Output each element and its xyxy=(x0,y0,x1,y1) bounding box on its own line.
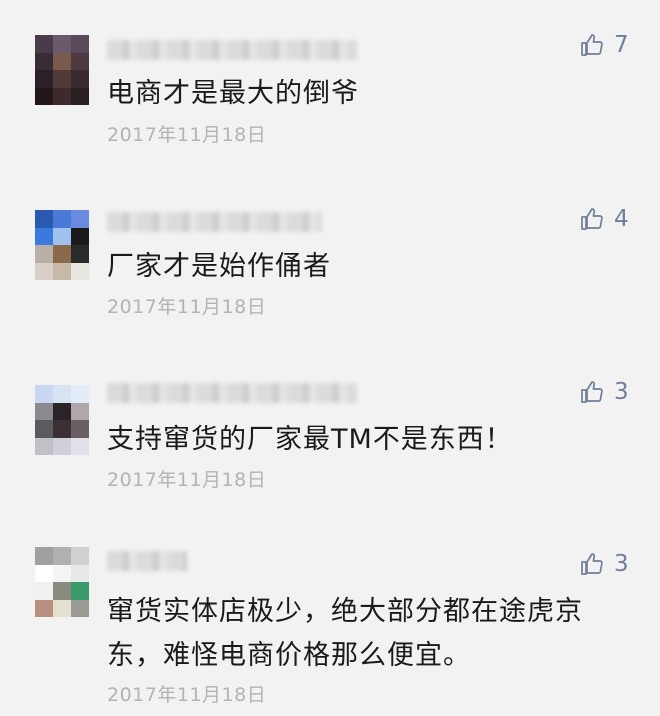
username-blurred[interactable] xyxy=(107,551,187,571)
like-count: 4 xyxy=(614,206,629,232)
avatar-pixel xyxy=(53,437,71,455)
avatar-pixel xyxy=(71,210,89,228)
avatar-pixel xyxy=(53,599,71,617)
avatar-pixel xyxy=(71,547,89,565)
comment-date: 2017年11月18日 xyxy=(107,124,267,146)
avatar-pixel xyxy=(35,210,53,228)
avatar-pixel xyxy=(53,35,71,53)
avatar-pixel xyxy=(71,420,89,438)
avatar-pixel xyxy=(71,87,89,105)
like-count: 7 xyxy=(614,32,629,58)
thumbs-up-icon xyxy=(581,208,603,230)
comment-text: 电商才是最大的倒爷 xyxy=(107,78,359,109)
avatar[interactable] xyxy=(35,385,89,455)
avatar-pixel xyxy=(53,52,71,70)
avatar-pixel xyxy=(53,87,71,105)
avatar-pixel xyxy=(71,385,89,403)
avatar-pixel xyxy=(35,582,53,600)
comment-text: 窜货实体店极少，绝大部分都在途虎京东，难怪电商价格那么便宜。 xyxy=(107,596,583,671)
avatar-pixel xyxy=(35,420,53,438)
like-button[interactable]: 7 xyxy=(580,32,629,58)
avatar-pixel xyxy=(53,582,71,600)
avatar-pixel xyxy=(71,245,89,263)
avatar-pixel xyxy=(53,385,71,403)
thumbs-up-icon xyxy=(581,553,603,575)
thumbs-up-icon xyxy=(581,381,603,403)
avatar-pixel xyxy=(35,262,53,280)
avatar-pixel xyxy=(71,70,89,88)
avatar[interactable] xyxy=(35,547,89,617)
avatar-pixel xyxy=(35,547,53,565)
avatar-pixel xyxy=(53,564,71,582)
thumbs-up-icon xyxy=(581,34,603,56)
avatar-pixel xyxy=(35,385,53,403)
avatar-pixel xyxy=(71,35,89,53)
avatar-pixel xyxy=(35,437,53,455)
comment-text: 支持窜货的厂家最TM不是东西！ xyxy=(107,424,513,455)
avatar-pixel xyxy=(71,564,89,582)
like-button[interactable]: 3 xyxy=(580,379,629,405)
avatar-pixel xyxy=(71,227,89,245)
like-count: 3 xyxy=(614,379,629,405)
avatar-pixel xyxy=(53,262,71,280)
avatar-pixel xyxy=(71,437,89,455)
avatar-pixel xyxy=(35,564,53,582)
avatar-pixel xyxy=(35,245,53,263)
avatar-pixel xyxy=(35,52,53,70)
avatar-pixel xyxy=(35,87,53,105)
avatar-pixel xyxy=(35,227,53,245)
username-blurred[interactable] xyxy=(107,40,357,60)
avatar-pixel xyxy=(53,70,71,88)
avatar-pixel xyxy=(71,582,89,600)
avatar-pixel xyxy=(35,599,53,617)
avatar-pixel xyxy=(35,402,53,420)
comment-date: 2017年11月18日 xyxy=(107,684,267,706)
comment-date: 2017年11月18日 xyxy=(107,296,267,318)
avatar-pixel xyxy=(53,547,71,565)
avatar-pixel xyxy=(53,210,71,228)
avatar-pixel xyxy=(71,262,89,280)
like-button[interactable]: 4 xyxy=(580,206,629,232)
avatar-pixel xyxy=(71,52,89,70)
avatar-pixel xyxy=(71,402,89,420)
avatar-pixel xyxy=(71,599,89,617)
avatar-pixel xyxy=(53,227,71,245)
avatar-pixel xyxy=(53,245,71,263)
comment-date: 2017年11月18日 xyxy=(107,469,267,491)
username-blurred[interactable] xyxy=(107,212,322,232)
avatar-pixel xyxy=(53,420,71,438)
avatar[interactable] xyxy=(35,35,89,105)
like-count: 3 xyxy=(614,551,629,577)
avatar-pixel xyxy=(35,70,53,88)
avatar-pixel xyxy=(53,402,71,420)
avatar-pixel xyxy=(35,35,53,53)
comment-text: 厂家才是始作俑者 xyxy=(107,251,331,282)
like-button[interactable]: 3 xyxy=(580,551,629,577)
username-blurred[interactable] xyxy=(107,383,357,403)
avatar[interactable] xyxy=(35,210,89,280)
